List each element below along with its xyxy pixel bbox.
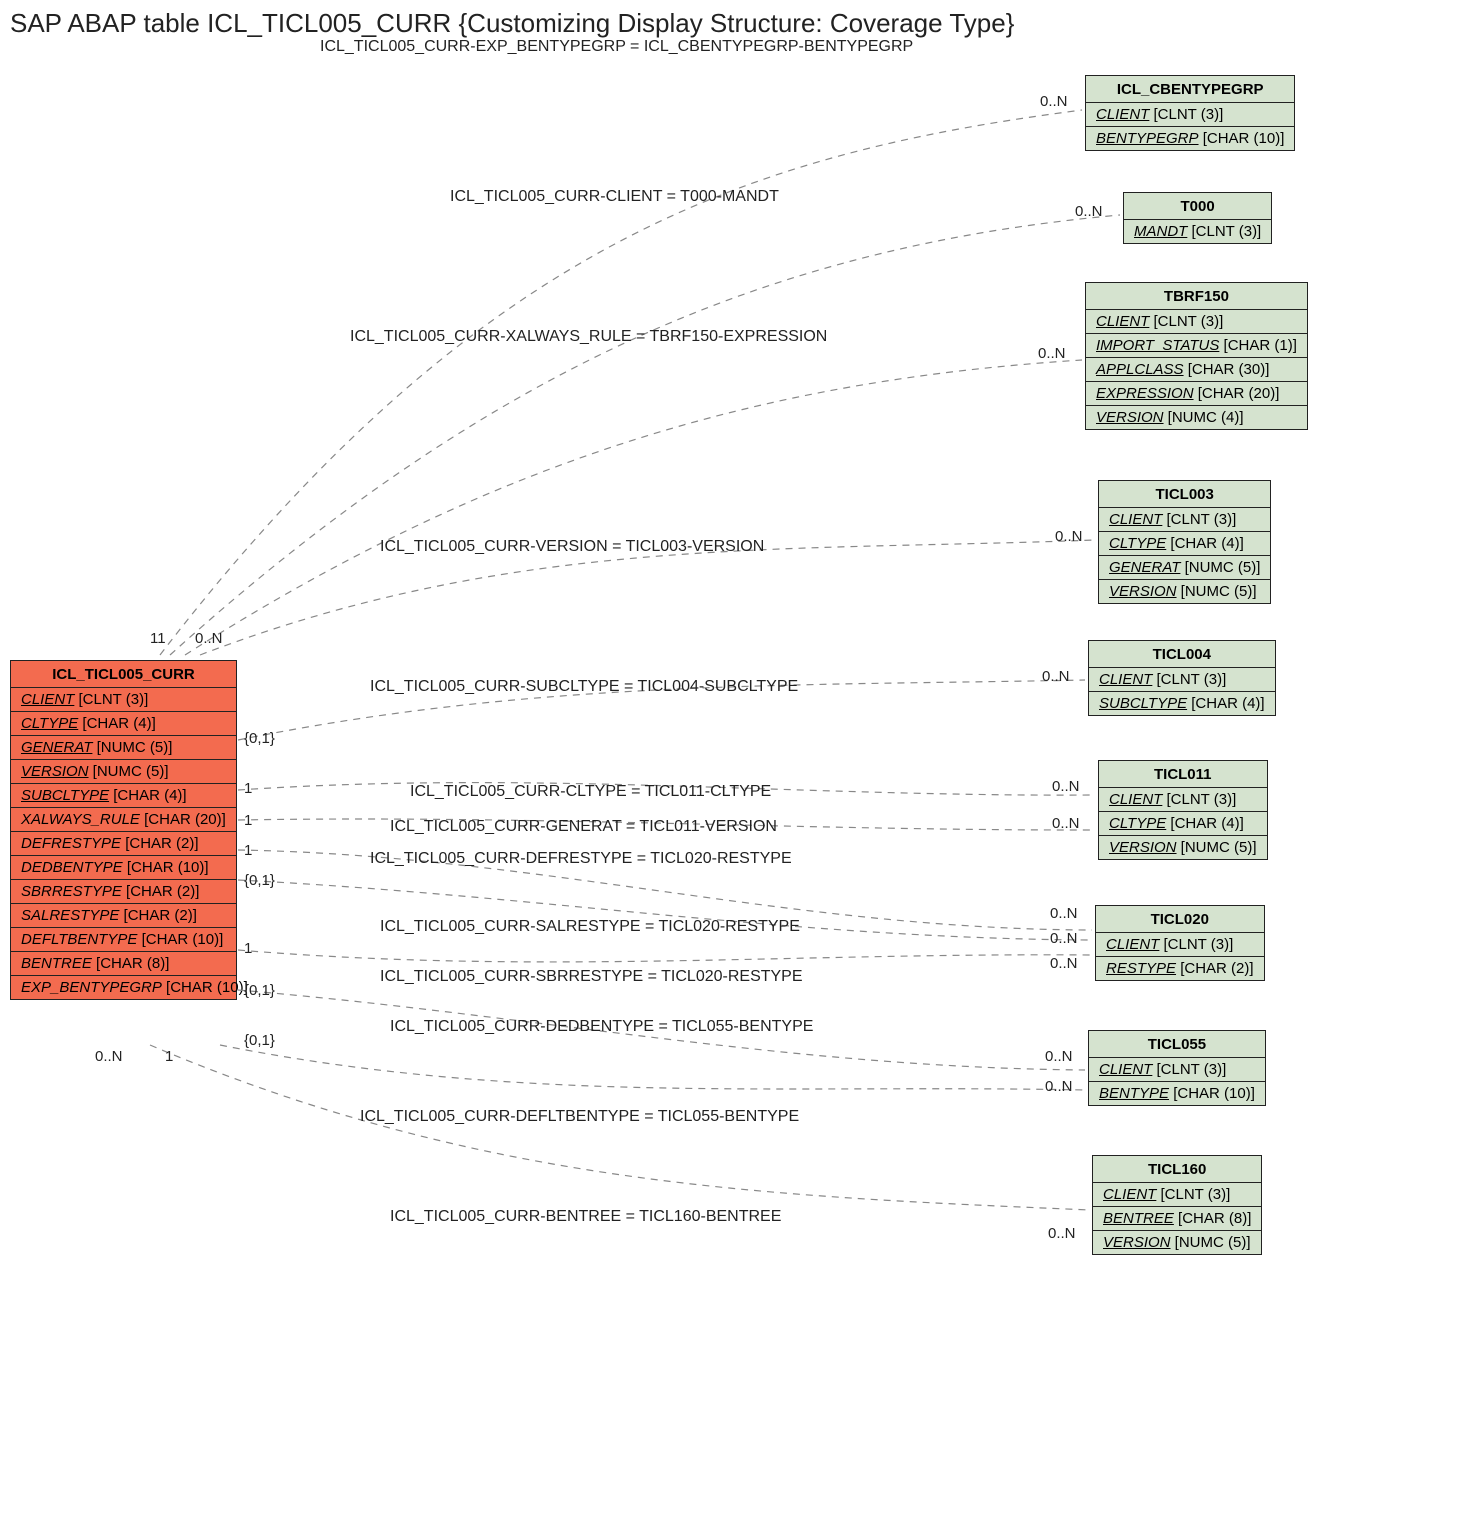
entity-field: RESTYPE [CHAR (2)] — [1096, 957, 1264, 980]
entity-field: VERSION [NUMC (4)] — [1086, 406, 1307, 429]
cardinality-label: 0..N — [1050, 905, 1078, 922]
entity-field: CLTYPE [CHAR (4)] — [11, 712, 236, 736]
edge-label: ICL_TICL005_CURR-VERSION = TICL003-VERSI… — [380, 538, 764, 556]
entity-field: SUBCLTYPE [CHAR (4)] — [1089, 692, 1275, 715]
entity-target: TICL160CLIENT [CLNT (3)]BENTREE [CHAR (8… — [1092, 1155, 1262, 1255]
cardinality-label: 0..N — [1050, 955, 1078, 972]
cardinality-label: 11 — [150, 630, 166, 647]
entity-target: TICL020CLIENT [CLNT (3)]RESTYPE [CHAR (2… — [1095, 905, 1265, 981]
entity-field: CLIENT [CLNT (3)] — [1096, 933, 1264, 957]
entity-field: VERSION [NUMC (5)] — [1099, 580, 1270, 603]
cardinality-label: 1 — [244, 812, 252, 829]
entity-target-header: TICL004 — [1089, 641, 1275, 668]
cardinality-label: 0..N — [1050, 930, 1078, 947]
entity-field: SUBCLTYPE [CHAR (4)] — [11, 784, 236, 808]
entity-field: XALWAYS_RULE [CHAR (20)] — [11, 808, 236, 832]
entity-primary: ICL_TICL005_CURR CLIENT [CLNT (3)]CLTYPE… — [10, 660, 237, 1000]
entity-field: BENTYPEGRP [CHAR (10)] — [1086, 127, 1294, 150]
cardinality-label: 0..N — [1048, 1225, 1076, 1242]
cardinality-label: 0..N — [1052, 778, 1080, 795]
cardinality-label: 1 — [244, 940, 252, 957]
entity-field: MANDT [CLNT (3)] — [1124, 220, 1271, 243]
entity-field: EXP_BENTYPEGRP [CHAR (10)] — [11, 976, 236, 999]
entity-target-header: TICL160 — [1093, 1156, 1261, 1183]
cardinality-label: 1 — [244, 780, 252, 797]
edge-label: ICL_TICL005_CURR-SUBCLTYPE = TICL004-SUB… — [370, 678, 798, 696]
entity-target-header: ICL_CBENTYPEGRP — [1086, 76, 1294, 103]
cardinality-label: 0..N — [1042, 668, 1070, 685]
cardinality-label: {0,1} — [244, 730, 275, 747]
entity-field: BENTREE [CHAR (8)] — [1093, 1207, 1261, 1231]
entity-target: TBRF150CLIENT [CLNT (3)]IMPORT_STATUS [C… — [1085, 282, 1308, 430]
entity-field: SBRRESTYPE [CHAR (2)] — [11, 880, 236, 904]
cardinality-label: {0,1} — [244, 1032, 275, 1049]
cardinality-label: 1 — [244, 842, 252, 859]
entity-field: BENTREE [CHAR (8)] — [11, 952, 236, 976]
entity-primary-header: ICL_TICL005_CURR — [11, 661, 236, 688]
cardinality-label: 0..N — [1045, 1078, 1073, 1095]
entity-field: APPLCLASS [CHAR (30)] — [1086, 358, 1307, 382]
entity-field: CLIENT [CLNT (3)] — [1086, 103, 1294, 127]
entity-field: DEFRESTYPE [CHAR (2)] — [11, 832, 236, 856]
entity-field: CLIENT [CLNT (3)] — [11, 688, 236, 712]
edge-label: ICL_TICL005_CURR-DEDBENTYPE = TICL055-BE… — [390, 1018, 813, 1036]
edge-label: ICL_TICL005_CURR-XALWAYS_RULE = TBRF150-… — [350, 328, 827, 346]
cardinality-label: 0..N — [1038, 345, 1066, 362]
edge-label: ICL_TICL005_CURR-SALRESTYPE = TICL020-RE… — [380, 918, 800, 936]
entity-target-header: T000 — [1124, 193, 1271, 220]
entity-target-header: TICL055 — [1089, 1031, 1265, 1058]
entity-target-header: TICL003 — [1099, 481, 1270, 508]
entity-target-header: TICL020 — [1096, 906, 1264, 933]
edge-label: ICL_TICL005_CURR-CLTYPE = TICL011-CLTYPE — [410, 783, 771, 801]
edge-label: ICL_TICL005_CURR-CLIENT = T000-MANDT — [450, 188, 779, 206]
entity-field: CLTYPE [CHAR (4)] — [1099, 532, 1270, 556]
entity-field: VERSION [NUMC (5)] — [1093, 1231, 1261, 1254]
entity-target: TICL055CLIENT [CLNT (3)]BENTYPE [CHAR (1… — [1088, 1030, 1266, 1106]
edge-label: ICL_TICL005_CURR-GENERAT = TICL011-VERSI… — [390, 818, 777, 836]
cardinality-label: {0,1} — [244, 982, 275, 999]
edge-label: ICL_TICL005_CURR-BENTREE = TICL160-BENTR… — [390, 1208, 781, 1226]
entity-target: TICL003CLIENT [CLNT (3)]CLTYPE [CHAR (4)… — [1098, 480, 1271, 604]
entity-field: CLIENT [CLNT (3)] — [1089, 668, 1275, 692]
entity-field: CLIENT [CLNT (3)] — [1099, 788, 1267, 812]
cardinality-label: {0,1} — [244, 872, 275, 889]
entity-target-header: TBRF150 — [1086, 283, 1307, 310]
cardinality-label: 0..N — [1052, 815, 1080, 832]
cardinality-label: 0..N — [95, 1048, 123, 1065]
cardinality-label: 1 — [165, 1048, 173, 1065]
edge-label: ICL_TICL005_CURR-DEFRESTYPE = TICL020-RE… — [370, 850, 792, 868]
cardinality-label: 0..N — [1045, 1048, 1073, 1065]
entity-field: BENTYPE [CHAR (10)] — [1089, 1082, 1265, 1105]
entity-field: CLIENT [CLNT (3)] — [1089, 1058, 1265, 1082]
entity-target-header: TICL011 — [1099, 761, 1267, 788]
cardinality-label: 0..N — [1040, 93, 1068, 110]
cardinality-label: 0..N — [1075, 203, 1103, 220]
entity-target: T000MANDT [CLNT (3)] — [1123, 192, 1272, 244]
entity-field: GENERAT [NUMC (5)] — [1099, 556, 1270, 580]
entity-field: GENERAT [NUMC (5)] — [11, 736, 236, 760]
entity-field: CLTYPE [CHAR (4)] — [1099, 812, 1267, 836]
entity-target: TICL011CLIENT [CLNT (3)]CLTYPE [CHAR (4)… — [1098, 760, 1268, 860]
edge-label: ICL_TICL005_CURR-DEFLTBENTYPE = TICL055-… — [360, 1108, 799, 1126]
entity-target: ICL_CBENTYPEGRPCLIENT [CLNT (3)]BENTYPEG… — [1085, 75, 1295, 151]
entity-field: CLIENT [CLNT (3)] — [1086, 310, 1307, 334]
entity-field: CLIENT [CLNT (3)] — [1099, 508, 1270, 532]
entity-field: DEDBENTYPE [CHAR (10)] — [11, 856, 236, 880]
entity-field: EXPRESSION [CHAR (20)] — [1086, 382, 1307, 406]
entity-field: VERSION [NUMC (5)] — [1099, 836, 1267, 859]
edge-label: ICL_TICL005_CURR-SBRRESTYPE = TICL020-RE… — [380, 968, 803, 986]
entity-field: CLIENT [CLNT (3)] — [1093, 1183, 1261, 1207]
edge-label: ICL_TICL005_CURR-EXP_BENTYPEGRP = ICL_CB… — [320, 38, 913, 56]
page-title: SAP ABAP table ICL_TICL005_CURR {Customi… — [10, 8, 1014, 39]
entity-field: DEFLTBENTYPE [CHAR (10)] — [11, 928, 236, 952]
entity-field: SALRESTYPE [CHAR (2)] — [11, 904, 236, 928]
entity-field: VERSION [NUMC (5)] — [11, 760, 236, 784]
entity-field: IMPORT_STATUS [CHAR (1)] — [1086, 334, 1307, 358]
cardinality-label: 0..N — [195, 630, 223, 647]
entity-target: TICL004CLIENT [CLNT (3)]SUBCLTYPE [CHAR … — [1088, 640, 1276, 716]
cardinality-label: 0..N — [1055, 528, 1083, 545]
